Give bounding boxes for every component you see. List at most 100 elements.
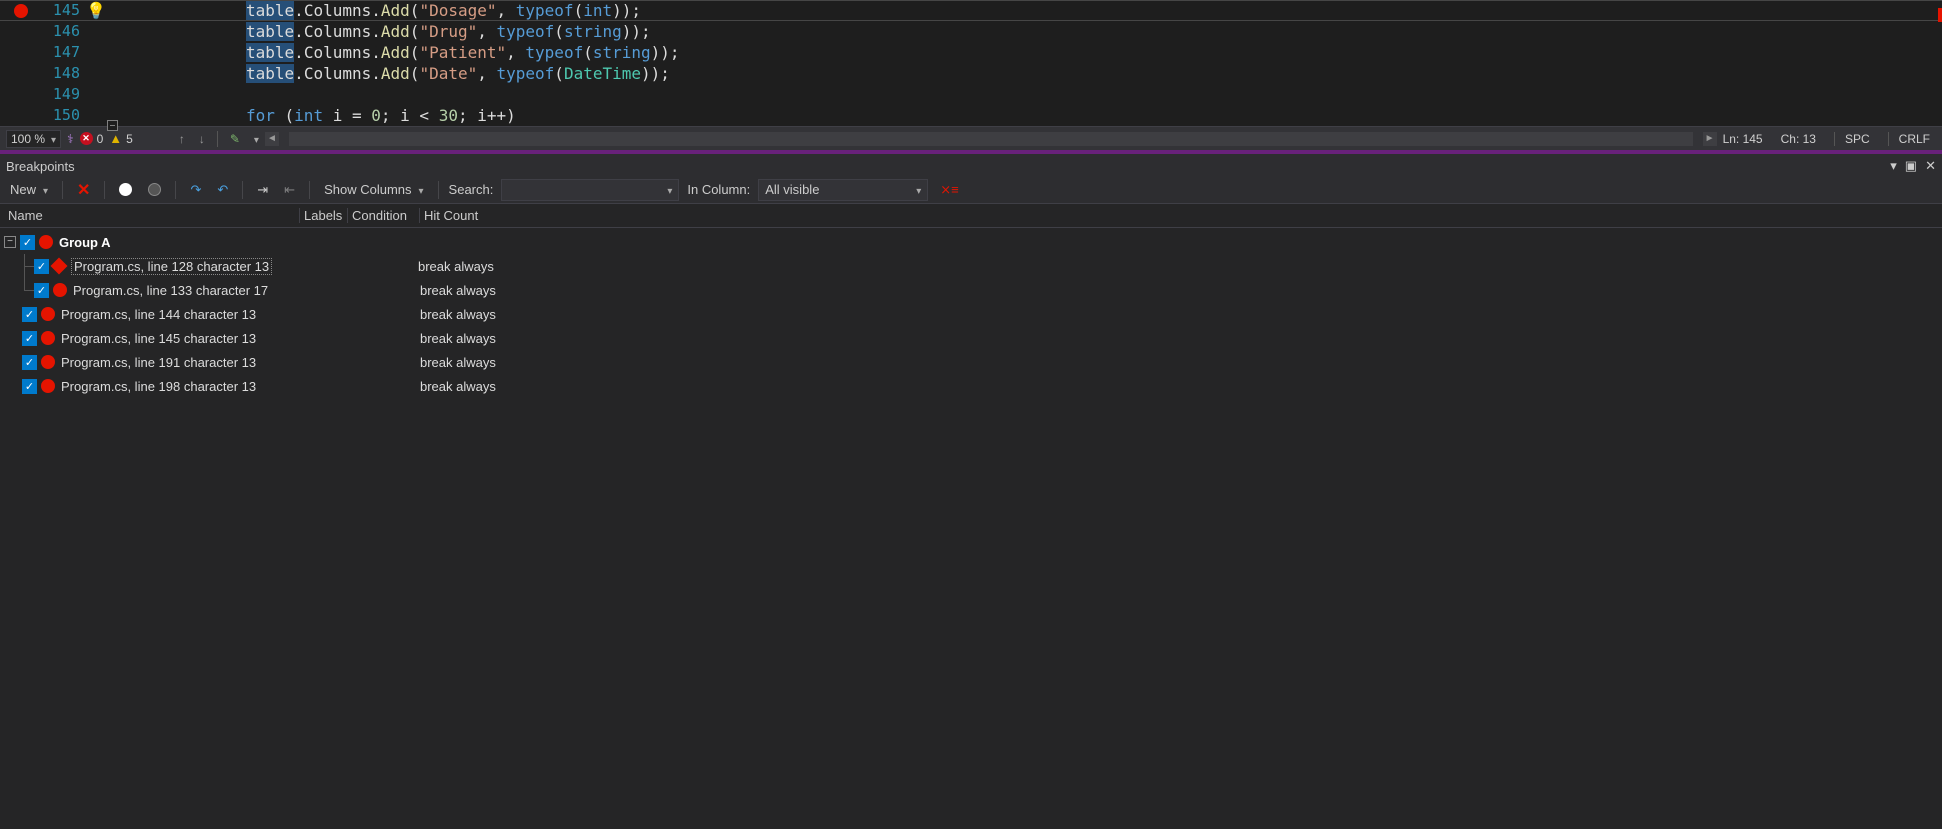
search-label: Search: — [449, 182, 494, 197]
hit-count-text: break always — [420, 379, 1942, 394]
caret-char: Ch: 13 — [1781, 132, 1816, 146]
code-line[interactable]: 146 table.Columns.Add("Drug", typeof(stri… — [0, 21, 1942, 42]
breakpoint-icon — [39, 235, 53, 249]
scroll-right-button[interactable]: ► — [1703, 132, 1717, 146]
disable-all-button[interactable] — [144, 181, 165, 198]
hit-count-text: break always — [420, 307, 1942, 322]
chevron-down-icon — [39, 182, 48, 197]
panel-title: Breakpoints — [6, 159, 1890, 174]
zoom-combo[interactable]: 100 % — [6, 130, 61, 148]
breakpoints-toolbar: New ✕ ↷ ↶ ⇥ ⇤ Show Columns Search: In Co… — [0, 176, 1942, 204]
breakpoint-row[interactable]: ✓Program.cs, line 144 character 13break … — [0, 302, 1942, 326]
checkbox[interactable]: ✓ — [22, 355, 37, 370]
code-line[interactable]: 147 table.Columns.Add("Patient", typeof(s… — [0, 42, 1942, 63]
breakpoint-row[interactable]: ✓Program.cs, line 191 character 13break … — [0, 350, 1942, 374]
code-text[interactable]: for (int i = 0; i < 30; i++) — [146, 105, 516, 126]
new-breakpoint-button[interactable]: New — [6, 180, 52, 199]
error-count[interactable]: ✕ 0 — [80, 132, 104, 146]
glyph-margin[interactable] — [0, 4, 42, 18]
close-icon[interactable]: ✕ — [1925, 158, 1936, 174]
tree-line — [16, 254, 34, 278]
in-column-label: In Column: — [687, 182, 750, 197]
code-text[interactable]: table.Columns.Add("Patient", typeof(stri… — [146, 42, 680, 63]
separator — [104, 181, 105, 199]
show-columns-button[interactable]: Show Columns — [320, 180, 427, 199]
expand-toggle-icon[interactable]: − — [4, 236, 16, 248]
breakpoint-icon[interactable] — [14, 4, 28, 18]
code-text[interactable]: table.Columns.Add("Drug", typeof(string)… — [146, 21, 651, 42]
code-line[interactable]: 150 for (int i = 0; i < 30; i++) — [0, 105, 1942, 126]
breakpoint-name: Program.cs, line 133 character 17 — [73, 283, 268, 298]
breakpoint-group-row[interactable]: −✓ Group A — [0, 230, 1942, 254]
go-to-source-button[interactable]: ⇥ — [253, 180, 272, 200]
code-line[interactable]: 149 — [0, 84, 1942, 105]
caret-line: Ln: 145 — [1723, 132, 1763, 146]
column-header-hitcount[interactable]: Hit Count — [420, 208, 1942, 223]
horizontal-scrollbar[interactable] — [289, 132, 1693, 146]
breakpoint-row[interactable]: ✓Program.cs, line 145 character 13break … — [0, 326, 1942, 350]
breakpoint-row[interactable]: ✓Program.cs, line 198 character 13break … — [0, 374, 1942, 398]
delete-breakpoint-button[interactable]: ✕ — [73, 178, 94, 202]
go-to-disasm-button[interactable]: ⇤ — [280, 180, 299, 200]
code-text[interactable]: table.Columns.Add("Dosage", typeof(int))… — [146, 0, 641, 21]
code-line[interactable]: 145💡 table.Columns.Add("Dosage", typeof(i… — [0, 0, 1942, 21]
breakpoints-list: −✓Group A✓Program.cs, line 128 character… — [0, 228, 1942, 398]
column-header-labels[interactable]: Labels — [300, 208, 348, 223]
window-position-icon[interactable]: ▾ — [1890, 158, 1897, 174]
checkbox[interactable]: ✓ — [22, 379, 37, 394]
import-button[interactable]: ↶ — [213, 180, 232, 200]
breakpoint-icon — [41, 355, 55, 369]
indent-mode[interactable]: SPC — [1834, 132, 1870, 146]
chevron-down-icon — [663, 182, 672, 197]
group-label: Group A — [59, 235, 111, 250]
hit-count-text: break always — [420, 331, 1942, 346]
breakpoints-panel: Breakpoints ▾ ▣ ✕ New ✕ ↷ ↶ ⇥ ⇤ Show Col… — [0, 154, 1942, 829]
separator — [438, 181, 439, 199]
export-button[interactable]: ↷ — [186, 180, 205, 200]
pin-icon[interactable]: ▣ — [1905, 158, 1917, 174]
scroll-left-button[interactable]: ◄ — [265, 132, 279, 146]
code-text[interactable]: table.Columns.Add("Date", typeof(DateTim… — [146, 63, 670, 84]
panel-titlebar[interactable]: Breakpoints ▾ ▣ ✕ — [0, 154, 1942, 176]
line-number: 145 — [42, 0, 86, 21]
checkbox[interactable]: ✓ — [20, 235, 35, 250]
search-input[interactable] — [501, 179, 679, 201]
warning-count[interactable]: ▲ 5 — [109, 131, 133, 146]
line-number: 147 — [42, 42, 86, 63]
code-editor[interactable]: 145💡 table.Columns.Add("Dosage", typeof(i… — [0, 0, 1942, 150]
breakpoint-icon — [41, 331, 55, 345]
checkbox[interactable]: ✓ — [34, 283, 49, 298]
code-line[interactable]: 148table.Columns.Add("Date", typeof(Date… — [0, 63, 1942, 84]
chevron-down-icon[interactable] — [250, 132, 259, 146]
eol-mode[interactable]: CRLF — [1888, 132, 1930, 146]
breakpoint-overview-marker — [1938, 8, 1942, 22]
checkbox[interactable]: ✓ — [34, 259, 49, 274]
breakpoint-icon — [41, 307, 55, 321]
line-number: 149 — [42, 84, 86, 105]
warning-icon: ▲ — [109, 131, 122, 146]
breakpoint-row[interactable]: ✓Program.cs, line 133 character 17break … — [0, 278, 1942, 302]
enable-all-icon — [119, 183, 132, 196]
nav-down-button[interactable]: ↓ — [195, 132, 209, 146]
checkbox[interactable]: ✓ — [22, 331, 37, 346]
lightbulb-icon[interactable]: 💡 — [86, 0, 106, 21]
line-number: 150 — [42, 105, 86, 126]
column-header-condition[interactable]: Condition — [348, 208, 420, 223]
clear-search-button[interactable]: ⨯≡ — [936, 180, 962, 200]
disable-all-icon — [148, 183, 161, 196]
breakpoints-header-row: Name Labels Condition Hit Count — [0, 204, 1942, 228]
breakpoint-name: Program.cs, line 191 character 13 — [61, 355, 256, 370]
checkbox[interactable]: ✓ — [22, 307, 37, 322]
separator — [175, 181, 176, 199]
hit-count-text: break always — [418, 259, 1942, 274]
line-number: 146 — [42, 21, 86, 42]
breakpoint-row[interactable]: ✓Program.cs, line 128 character 13break … — [0, 254, 1942, 278]
column-header-name[interactable]: Name — [0, 208, 300, 223]
error-icon: ✕ — [80, 132, 93, 145]
fold-box-icon[interactable] — [107, 120, 118, 131]
enable-all-button[interactable] — [115, 181, 136, 198]
cleanup-button[interactable]: ✎ — [226, 132, 244, 146]
nav-up-button[interactable]: ↑ — [175, 132, 189, 146]
in-column-combo[interactable]: All visible — [758, 179, 928, 201]
health-icon[interactable]: ⚕ — [67, 132, 74, 146]
